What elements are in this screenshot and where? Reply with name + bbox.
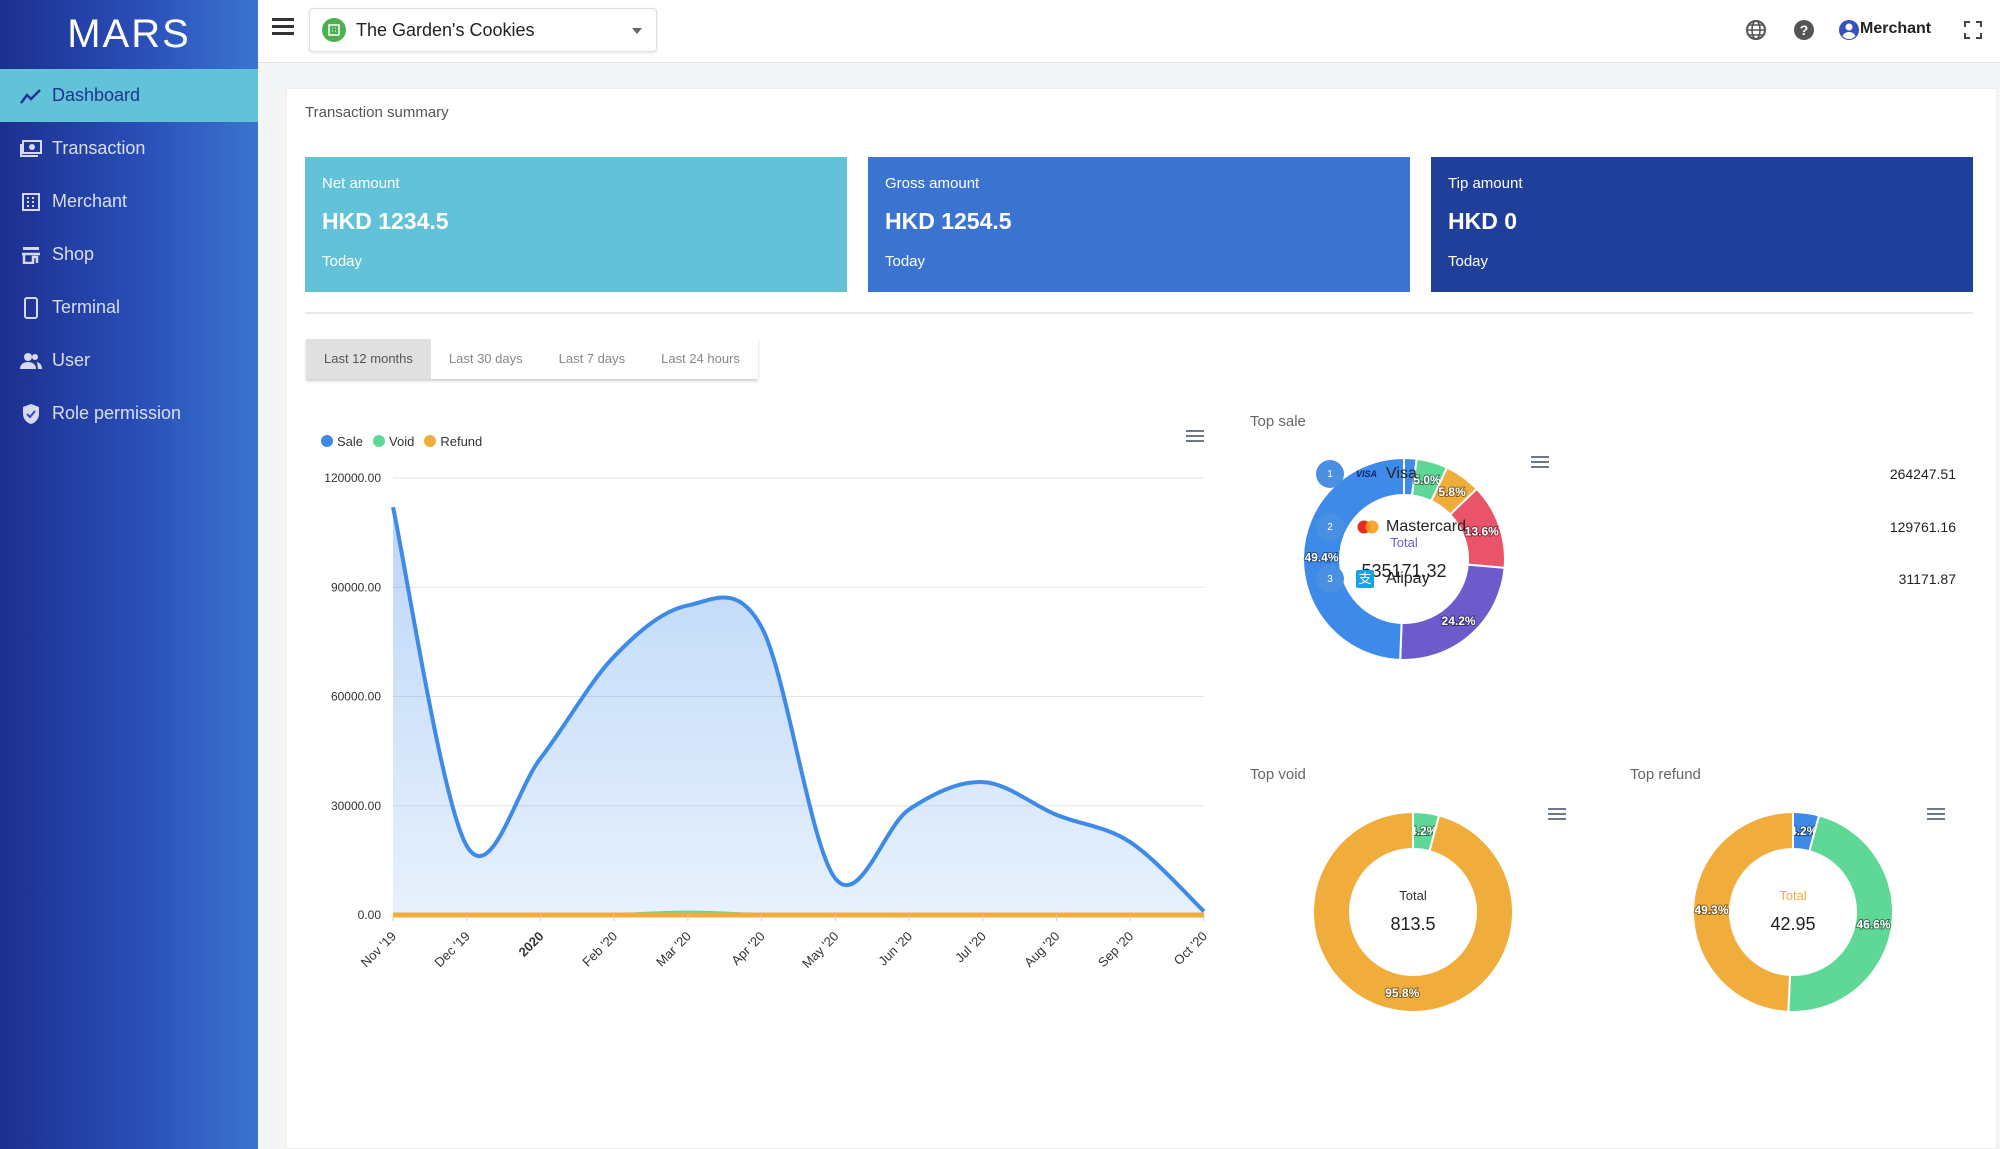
- slice-label: 49.4%: [1304, 550, 1338, 564]
- globe-icon[interactable]: [1745, 19, 1767, 41]
- center-total: 42.95: [1770, 914, 1815, 934]
- money-icon: [18, 138, 44, 160]
- card-period: Today: [1448, 253, 1489, 270]
- tab-last-12-months[interactable]: Last 12 months: [306, 339, 431, 379]
- list-item-name: Alipay: [1386, 570, 1430, 587]
- sidebar-item-transaction[interactable]: Transaction: [0, 122, 258, 175]
- period-tabs: Last 12 months Last 30 days Last 7 days …: [306, 339, 758, 379]
- slice-label: 95.8%: [1385, 986, 1419, 1000]
- center-label: Total: [1399, 888, 1427, 903]
- slice-label: 24.2%: [1442, 614, 1476, 628]
- help-icon[interactable]: ?: [1793, 19, 1815, 41]
- sidebar-item-label: Transaction: [52, 138, 146, 158]
- chevron-down-icon: [632, 28, 642, 34]
- sidebar-item-merchant[interactable]: Merchant: [0, 175, 258, 228]
- sidebar-item-terminal[interactable]: Terminal: [0, 281, 258, 334]
- sidebar-item-label: Shop: [52, 244, 95, 264]
- list-item-name: Mastercard: [1386, 518, 1467, 535]
- user-avatar-icon[interactable]: [1838, 19, 1860, 41]
- list-item-value: 264247.51: [1889, 466, 1956, 482]
- shop-select-value: The Garden's Cookies: [356, 19, 535, 40]
- sidebar-item-user[interactable]: User: [0, 334, 258, 387]
- top-refund-menu-icon[interactable]: [1927, 808, 1945, 822]
- alipay-icon: 支: [1356, 570, 1380, 588]
- tab-last-7-days[interactable]: Last 7 days: [541, 339, 644, 379]
- top-refund-donut: 4.2%46.6%49.3%Total42.95: [1692, 810, 1894, 1013]
- tip-amount-card: Tip amount HKD 0 Today: [1431, 157, 1973, 292]
- sidebar-item-shop[interactable]: Shop: [0, 228, 258, 281]
- slice-label: 49.3%: [1695, 903, 1729, 917]
- fullscreen-icon[interactable]: [1964, 21, 1986, 43]
- list-item: 1 VISA Visa 264247.51: [1316, 459, 1956, 489]
- tab-last-30-days[interactable]: Last 30 days: [431, 339, 541, 379]
- chart-menu-icon[interactable]: [1186, 430, 1204, 444]
- sidebar-item-label: Role permission: [52, 403, 182, 423]
- slice-label: 46.6%: [1857, 918, 1891, 932]
- visa-icon: VISA: [1356, 469, 1378, 479]
- mastercard-icon: [1356, 520, 1380, 534]
- building-icon: [18, 191, 44, 213]
- list-item: 3 支 Alipay 31171.87: [1316, 564, 1956, 594]
- list-item-value: 129761.16: [1889, 519, 1956, 535]
- card-label: Gross amount: [885, 175, 980, 192]
- section-title: Transaction summary: [305, 104, 449, 121]
- logo[interactable]: MARS: [0, 0, 258, 69]
- sidebar-item-label: Merchant: [52, 191, 128, 211]
- legend-item-void[interactable]: Void: [373, 434, 414, 449]
- top-void-donut: 4.2%95.8%Total813.5: [1312, 810, 1514, 1013]
- card-value: HKD 1254.5: [885, 208, 1012, 234]
- net-amount-card: Net amount HKD 1234.5 Today: [305, 157, 847, 292]
- sidebar-item-role-permission[interactable]: Role permission: [0, 387, 258, 440]
- legend-item-sale[interactable]: Sale: [321, 434, 363, 449]
- card-label: Tip amount: [1448, 175, 1523, 192]
- sidebar-item-label: Terminal: [52, 297, 121, 317]
- shield-icon: [18, 403, 44, 425]
- tab-last-24-hours[interactable]: Last 24 hours: [643, 339, 758, 379]
- phone-icon: [18, 296, 44, 319]
- sidebar: MARS Dashboard Transaction Merchant Shop…: [0, 0, 258, 1149]
- sidebar-item-label: Dashboard: [52, 85, 141, 105]
- legend-item-refund[interactable]: Refund: [424, 434, 482, 449]
- card-label: Net amount: [322, 175, 400, 192]
- top-void-menu-icon[interactable]: [1548, 808, 1566, 822]
- users-icon: [18, 350, 44, 372]
- svg-text:?: ?: [1800, 22, 1809, 38]
- sidebar-item-dashboard[interactable]: Dashboard: [0, 69, 258, 122]
- menu-icon[interactable]: [272, 18, 294, 36]
- list-item: 2 Mastercard 129761.16: [1316, 512, 1956, 542]
- center-total: 813.5: [1390, 914, 1435, 934]
- user-name[interactable]: Merchant: [1860, 20, 1931, 38]
- donut-slice: [1312, 810, 1514, 1013]
- sidebar-item-label: User: [52, 350, 91, 370]
- card-period: Today: [885, 253, 926, 270]
- card-period: Today: [322, 253, 363, 270]
- list-item-name: Visa: [1386, 465, 1417, 482]
- top-refund-title: Top refund: [1630, 766, 1701, 783]
- shop-select[interactable]: The Garden's Cookies: [309, 8, 657, 52]
- topbar: The Garden's Cookies ? Merchant: [258, 0, 2000, 63]
- divider: [305, 312, 1973, 314]
- card-value: HKD 0: [1448, 208, 1518, 234]
- rank-badge: 2: [1316, 513, 1344, 541]
- list-item-value: 31171.87: [1898, 571, 1956, 587]
- top-sale-title: Top sale: [1250, 413, 1306, 430]
- chart-line-icon: [18, 85, 44, 107]
- rank-badge: 1: [1316, 460, 1344, 488]
- shop-icon: [322, 18, 346, 42]
- store-icon: [18, 244, 44, 266]
- rank-badge: 3: [1316, 565, 1344, 593]
- chart-legend: Sale Void Refund: [321, 434, 482, 449]
- card-value: HKD 1234.5: [322, 208, 449, 234]
- gross-amount-card: Gross amount HKD 1254.5 Today: [868, 157, 1410, 292]
- center-label: Total: [1779, 888, 1807, 903]
- top-void-title: Top void: [1250, 766, 1306, 783]
